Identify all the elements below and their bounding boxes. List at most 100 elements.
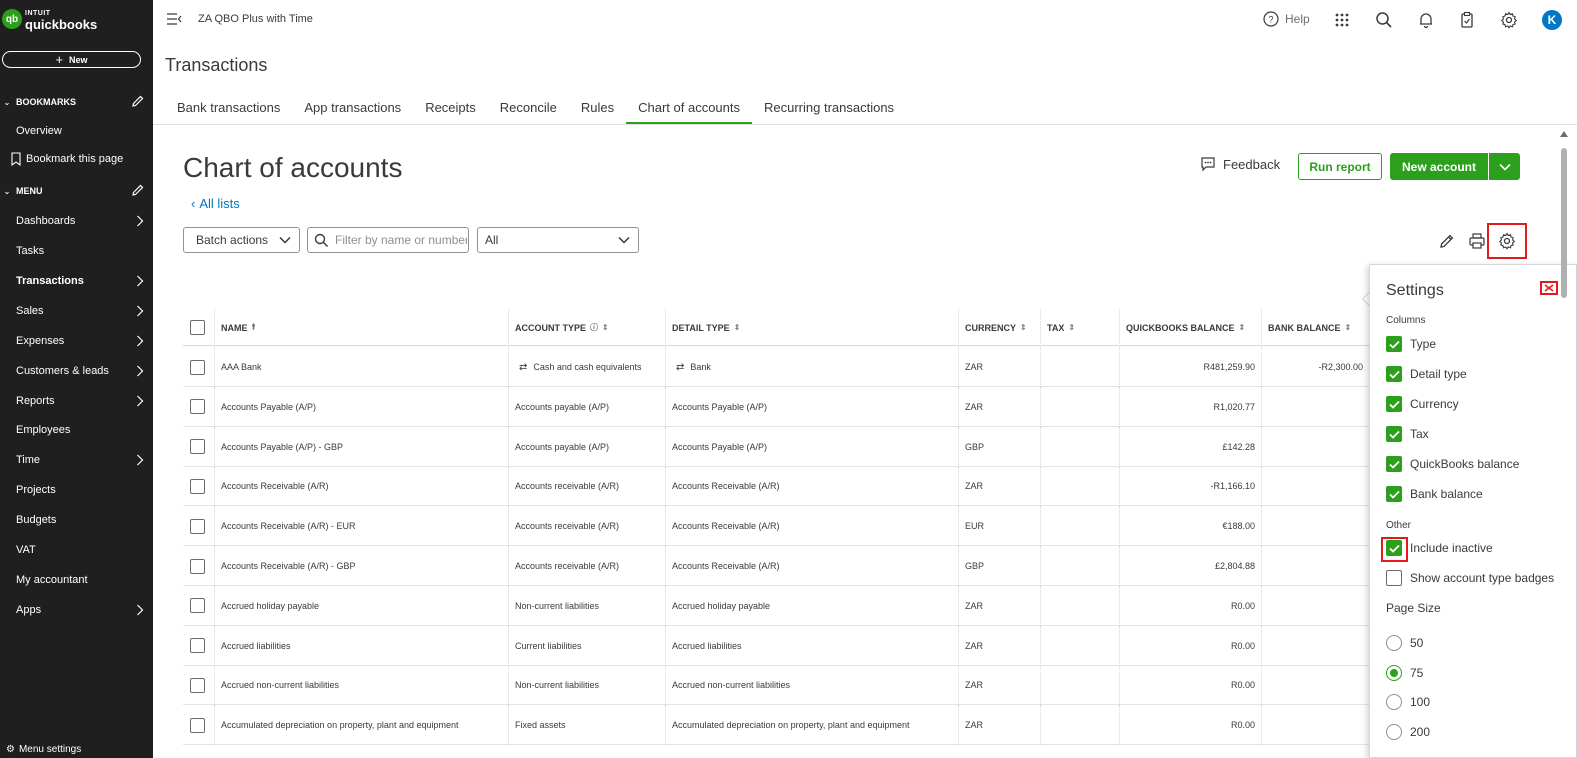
page-size-radio-50[interactable] xyxy=(1386,635,1402,651)
table-row[interactable]: Accounts Payable (A/P) Accounts payable (… xyxy=(183,386,1369,427)
sidebar-item-my-accountant[interactable]: My accountant xyxy=(16,571,153,589)
table-row[interactable]: Accounts Payable (A/P) - GBP Accounts pay… xyxy=(183,426,1369,467)
notifications-bell-icon[interactable] xyxy=(1417,11,1435,29)
column-option-quickbooks-balance[interactable]: QuickBooks balance xyxy=(1386,455,1519,473)
col-header-tax[interactable]: TAX ⇕ xyxy=(1041,309,1120,346)
column-option-type[interactable]: Type xyxy=(1386,335,1436,353)
column-checkbox-bank-balance[interactable] xyxy=(1386,486,1402,502)
scroll-up-arrow[interactable] xyxy=(1560,131,1568,137)
table-row[interactable]: Accrued liabilities Current liabilities Ac… xyxy=(183,625,1369,666)
sidebar-item-customers-leads[interactable]: Customers & leads xyxy=(16,362,153,380)
row-checkbox[interactable] xyxy=(190,359,205,375)
column-checkbox-detail-type[interactable] xyxy=(1386,366,1402,382)
row-checkbox[interactable] xyxy=(190,518,205,534)
scrollbar-thumb[interactable] xyxy=(1561,148,1567,298)
tab-receipts[interactable]: Receipts xyxy=(413,90,488,125)
table-row[interactable]: Accrued non-current liabilities Non-curre… xyxy=(183,665,1369,706)
filter-input[interactable] xyxy=(335,232,467,248)
sidebar-item-overview[interactable]: Overview xyxy=(16,122,153,140)
run-report-button[interactable]: Run report xyxy=(1298,153,1382,180)
menu-settings[interactable]: ⚙ Menu settings xyxy=(6,744,81,755)
row-checkbox[interactable] xyxy=(190,439,205,455)
table-row[interactable]: Accrued holiday payable Non-current liabi… xyxy=(183,585,1369,626)
edit-pencil-icon[interactable] xyxy=(1438,232,1456,250)
help-button[interactable]: ? Help xyxy=(1263,11,1310,27)
new-account-dropdown-button[interactable] xyxy=(1489,153,1520,180)
page-size-option-200[interactable]: 200 xyxy=(1386,723,1430,741)
column-checkbox-currency[interactable] xyxy=(1386,396,1402,412)
page-size-radio-75[interactable] xyxy=(1386,665,1402,681)
quickbooks-logo[interactable]: qb INTUIT quickbooks xyxy=(2,8,97,31)
show-badges-checkbox[interactable] xyxy=(1386,570,1402,586)
print-icon[interactable] xyxy=(1468,232,1486,250)
settings-gear-icon[interactable] xyxy=(1500,11,1518,29)
edit-bookmarks-icon[interactable] xyxy=(131,94,145,108)
sidebar-item-tasks[interactable]: Tasks xyxy=(16,242,153,260)
table-row[interactable]: Accounts Receivable (A/R) Accounts receiv… xyxy=(183,466,1369,507)
col-header-detail-type[interactable]: DETAIL TYPE ⇕ xyxy=(666,309,959,346)
table-row[interactable]: Accumulated depreciation on property, pl… xyxy=(183,705,1369,746)
row-checkbox[interactable] xyxy=(190,638,205,654)
row-checkbox[interactable] xyxy=(190,677,205,693)
sidebar-item-transactions[interactable]: Transactions xyxy=(16,272,153,290)
column-option-currency[interactable]: Currency xyxy=(1386,395,1459,413)
column-checkbox-tax[interactable] xyxy=(1386,426,1402,442)
sidebar-item-budgets[interactable]: Budgets xyxy=(16,511,153,529)
sidebar-item-employees[interactable]: Employees xyxy=(16,421,153,439)
tasks-clipboard-icon[interactable] xyxy=(1458,11,1476,29)
column-option-bank-balance[interactable]: Bank balance xyxy=(1386,485,1483,503)
include-inactive-option[interactable]: Include inactive xyxy=(1386,539,1493,557)
tab-reconcile[interactable]: Reconcile xyxy=(488,90,569,125)
row-checkbox[interactable] xyxy=(190,717,205,733)
col-header-account-type[interactable]: ACCOUNT TYPE ⓘ ⇕ xyxy=(509,309,666,346)
tab-bank-transactions[interactable]: Bank transactions xyxy=(165,90,292,125)
show-badges-option[interactable]: Show account type badges xyxy=(1386,569,1554,587)
close-settings-button[interactable] xyxy=(1540,281,1558,295)
edit-menu-icon[interactable] xyxy=(131,183,145,197)
col-header-quickbooks-balance[interactable]: QUICKBOOKS BALANCE ⇕ xyxy=(1120,309,1262,346)
col-header-bank-balance[interactable]: BANK BALANCE ⇕ xyxy=(1262,309,1369,346)
row-checkbox[interactable] xyxy=(190,598,205,614)
page-size-radio-200[interactable] xyxy=(1386,724,1402,740)
table-row[interactable]: Accounts Receivable (A/R) - GBP Accounts … xyxy=(183,546,1369,586)
tab-recurring-transactions[interactable]: Recurring transactions xyxy=(752,90,906,125)
tab-rules[interactable]: Rules xyxy=(569,90,626,125)
menu-section-header[interactable]: ⌄ MENU xyxy=(0,181,153,201)
new-account-button[interactable]: New account xyxy=(1390,153,1488,180)
row-checkbox[interactable] xyxy=(190,558,205,574)
sidebar-item-projects[interactable]: Projects xyxy=(16,481,153,499)
batch-actions-dropdown[interactable]: Batch actions xyxy=(183,227,300,253)
column-option-tax[interactable]: Tax xyxy=(1386,425,1429,443)
page-size-option-75[interactable]: 75 xyxy=(1386,664,1423,682)
apps-grid-icon[interactable] xyxy=(1333,11,1351,29)
all-lists-link[interactable]: ‹ All lists xyxy=(191,196,240,211)
sidebar-item-reports[interactable]: Reports xyxy=(16,392,153,410)
collapse-menu-icon[interactable] xyxy=(166,12,182,26)
sidebar-item-apps[interactable]: Apps xyxy=(16,601,153,619)
sidebar-item-expenses[interactable]: Expenses xyxy=(16,332,153,350)
sidebar-item-dashboards[interactable]: Dashboards xyxy=(16,212,153,230)
account-filter-select[interactable]: All xyxy=(477,227,639,253)
user-avatar[interactable]: K xyxy=(1542,10,1562,30)
page-size-option-50[interactable]: 50 xyxy=(1386,634,1423,652)
col-header-name[interactable]: NAME 🠙 xyxy=(215,309,509,346)
table-row[interactable]: AAA Bank ⇄ Cash and cash equivalents ⇄ Bank Z… xyxy=(183,347,1369,387)
bookmark-this-page[interactable]: Bookmark this page xyxy=(10,152,123,166)
tab-chart-of-accounts[interactable]: Chart of accounts xyxy=(626,90,752,125)
include-inactive-checkbox[interactable] xyxy=(1386,540,1402,556)
page-size-option-100[interactable]: 100 xyxy=(1386,693,1430,711)
feedback-button[interactable]: Feedback xyxy=(1200,156,1280,172)
sidebar-item-time[interactable]: Time xyxy=(16,451,153,469)
table-row[interactable]: Accounts Receivable (A/R) - EUR Accounts … xyxy=(183,506,1369,547)
page-size-radio-100[interactable] xyxy=(1386,694,1402,710)
search-icon[interactable] xyxy=(1375,11,1393,29)
bookmarks-section-header[interactable]: ⌄ BOOKMARKS xyxy=(0,92,153,112)
new-button[interactable]: + New xyxy=(2,51,141,68)
sidebar-item-sales[interactable]: Sales xyxy=(16,302,153,320)
col-header-currency[interactable]: CURRENCY ⇕ xyxy=(959,309,1041,346)
row-checkbox[interactable] xyxy=(190,478,205,494)
column-checkbox-type[interactable] xyxy=(1386,336,1402,352)
tab-app-transactions[interactable]: App transactions xyxy=(292,90,413,125)
column-option-detail-type[interactable]: Detail type xyxy=(1386,365,1467,383)
column-checkbox-quickbooks-balance[interactable] xyxy=(1386,456,1402,472)
